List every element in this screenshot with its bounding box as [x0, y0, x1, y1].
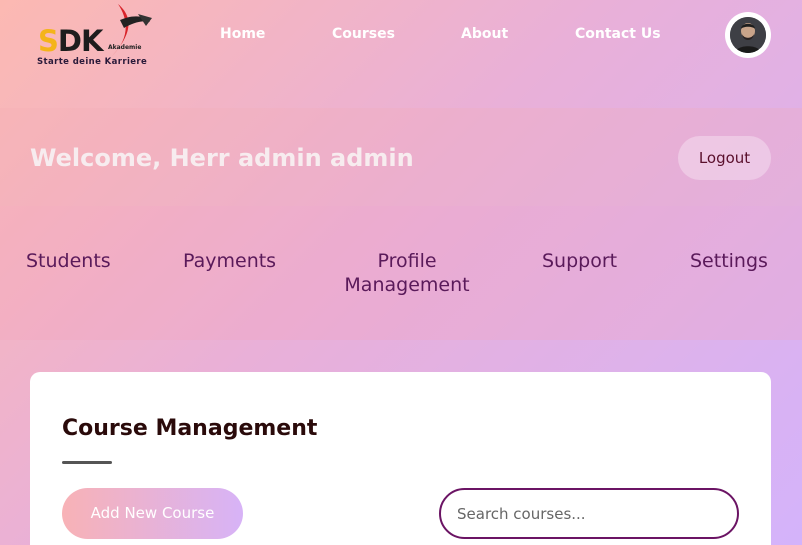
course-management-card: Course Management Add New Course	[30, 372, 771, 545]
nav-link-courses[interactable]: Courses	[332, 26, 395, 42]
subnav-item-payments[interactable]: Payments	[183, 249, 276, 273]
subnav-item-profile-management-line1: Profile	[377, 250, 437, 272]
subnav-item-profile-management-line2: Management	[344, 274, 470, 296]
logo-tagline: Starte deine Karriere	[37, 57, 148, 67]
subnav-item-profile-management[interactable]: Profile Management	[336, 249, 478, 297]
logo-wordmark: SDK	[38, 24, 103, 58]
nav-link-home[interactable]: Home	[220, 26, 265, 42]
sdk-akademie-logo[interactable]: SDK Akademie Starte deine Karriere	[30, 0, 155, 72]
welcome-heading: Welcome, Herr admin admin	[30, 144, 414, 172]
logout-button[interactable]: Logout	[678, 136, 771, 180]
nav-link-contact-us[interactable]: Contact Us	[575, 26, 661, 42]
top-navbar: SDK Akademie Starte deine Karriere Home …	[0, 0, 802, 108]
subnav-item-support[interactable]: Support	[542, 249, 617, 273]
subnav-item-students[interactable]: Students	[26, 249, 111, 273]
dashboard-subnav: Students Payments Profile Management Sup…	[0, 206, 802, 340]
subnav-item-settings[interactable]: Settings	[690, 249, 768, 273]
user-avatar-icon	[730, 17, 766, 53]
search-courses-input[interactable]	[439, 488, 739, 539]
logo-subtitle: Akademie	[108, 44, 142, 51]
add-new-course-button[interactable]: Add New Course	[62, 488, 243, 539]
nav-link-about[interactable]: About	[461, 26, 508, 42]
user-avatar[interactable]	[725, 12, 771, 58]
course-management-title: Course Management	[62, 416, 318, 441]
welcome-banner: Welcome, Herr admin admin Logout	[0, 108, 802, 206]
title-underline-divider	[62, 461, 112, 464]
